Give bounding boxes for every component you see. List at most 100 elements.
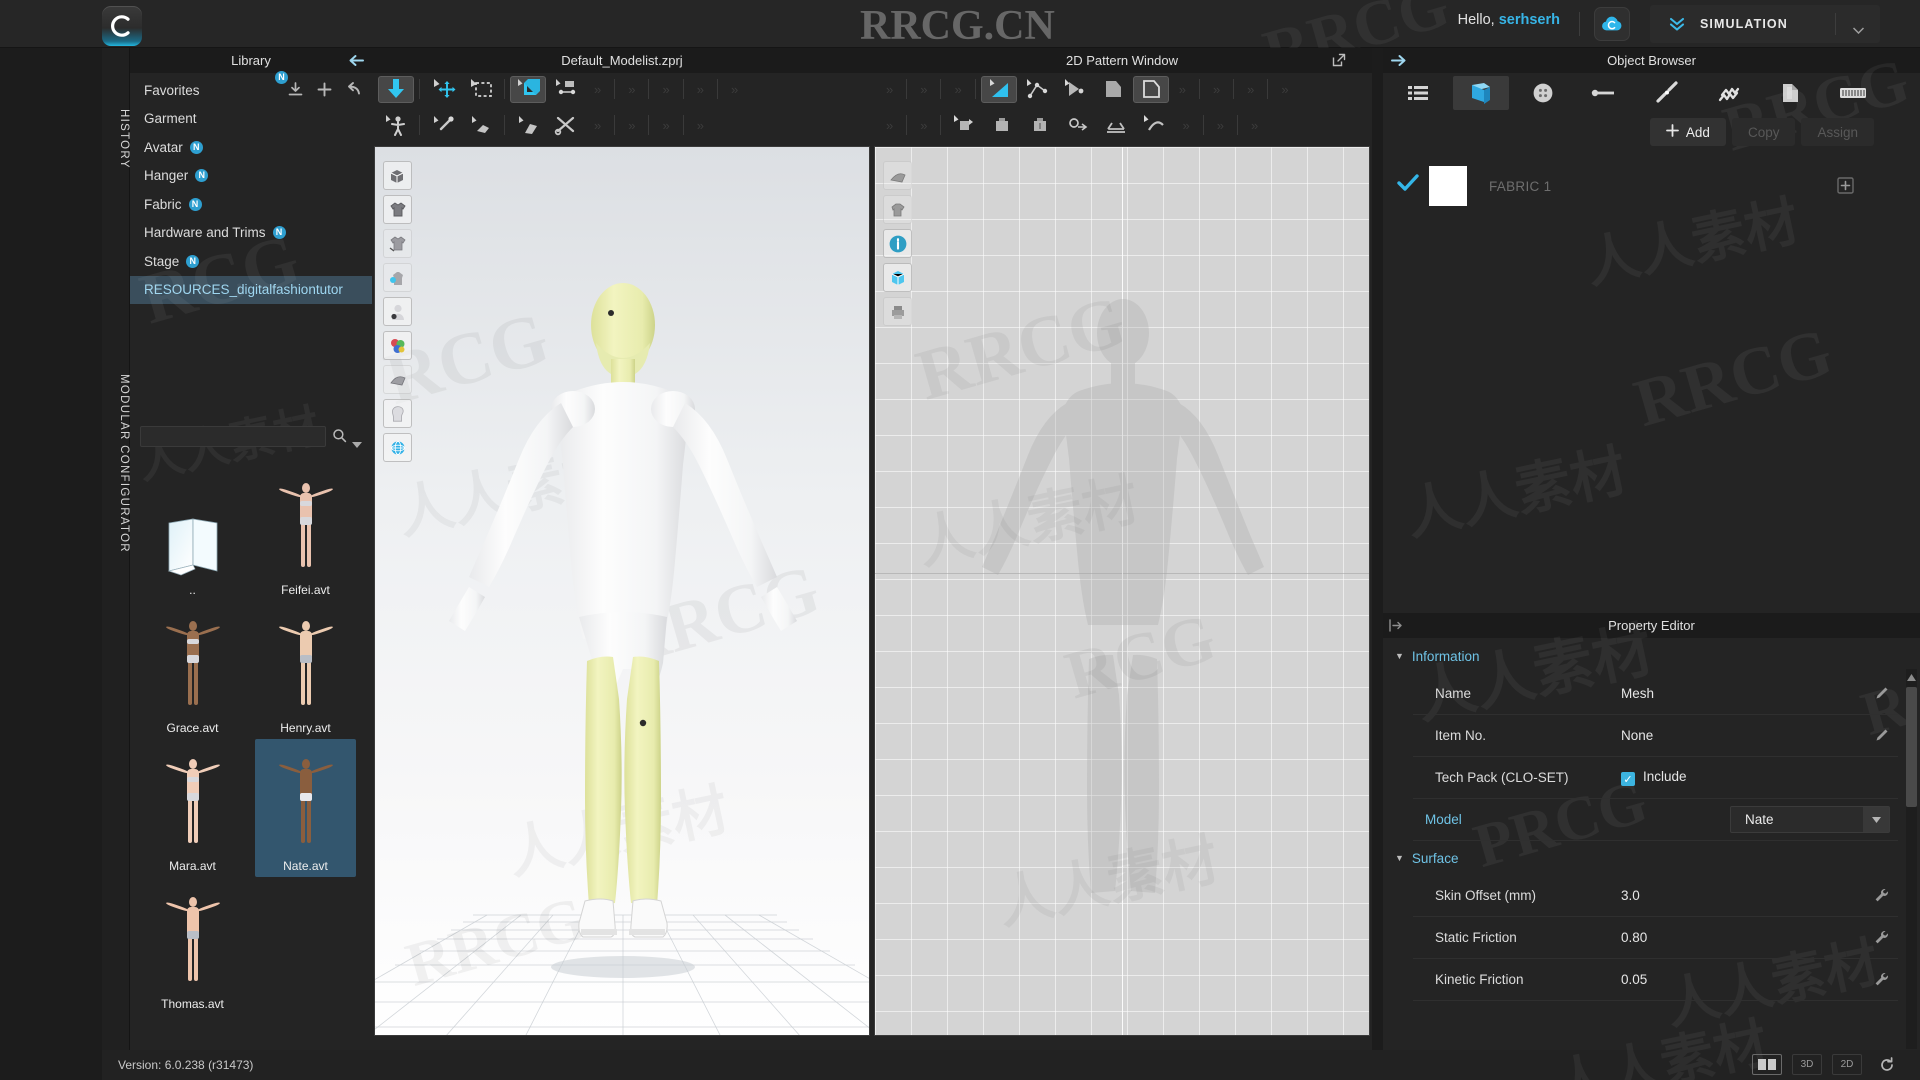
wrench-icon[interactable] <box>1873 929 1890 951</box>
tab-topstitch[interactable] <box>1577 76 1633 110</box>
edit-pattern-icon[interactable] <box>980 75 1017 103</box>
show-garment-icon[interactable] <box>383 195 412 224</box>
tab-stitch[interactable] <box>1639 76 1695 110</box>
tab-list[interactable] <box>1391 76 1447 110</box>
caret-down-icon[interactable] <box>1852 21 1865 39</box>
pattern-mesh-icon[interactable] <box>883 195 912 224</box>
scroll-up-arrow-icon[interactable] <box>1906 669 1917 687</box>
property-row-tech-pack[interactable]: Tech Pack (CLO-SET) ✓ Include <box>1413 757 1898 799</box>
zipper-icon[interactable] <box>510 112 546 139</box>
section-surface[interactable]: ▼ Surface <box>1383 841 1920 875</box>
clo-cloud-button[interactable] <box>1594 7 1630 41</box>
sidebar-item-avatar[interactable]: Avatar N <box>130 133 372 162</box>
tab-button[interactable] <box>1515 76 1571 110</box>
add-box-icon[interactable] <box>1837 177 1854 199</box>
toolbar-overflow-chevron-icon[interactable]: » <box>886 118 893 133</box>
toolbar-overflow-chevron-icon[interactable]: » <box>1182 118 1189 133</box>
property-row-item-no[interactable]: Item No. None <box>1413 715 1898 757</box>
property-row-name[interactable]: Name Mesh <box>1413 673 1898 715</box>
search-filter-caret-icon[interactable] <box>352 435 362 453</box>
toolbar-overflow-chevron-icon[interactable]: » <box>1251 118 1258 133</box>
toolbar-overflow-chevron-icon[interactable]: » <box>1217 118 1224 133</box>
list-item-avatar[interactable]: Grace.avt <box>142 601 243 739</box>
toolbar-overflow-chevron-icon[interactable]: » <box>920 118 927 133</box>
toolbar-overflow-chevron-icon[interactable]: » <box>697 82 704 97</box>
clo-logo-button[interactable] <box>102 6 142 46</box>
property-row-static-friction[interactable]: Static Friction 0.80 <box>1413 917 1898 959</box>
avatar-model[interactable] <box>375 147 870 1036</box>
pleat-fold-icon[interactable] <box>1098 112 1134 139</box>
tech-pack-checkbox[interactable]: ✓ Include <box>1621 769 1687 787</box>
pencil-icon[interactable] <box>1873 727 1890 749</box>
sidebar-item-hardware-and-trims[interactable]: Hardware and Trims N <box>130 219 372 248</box>
toolbar-overflow-chevron-icon[interactable]: » <box>697 118 704 133</box>
edit-curvature-icon[interactable] <box>1057 76 1093 103</box>
assign-button[interactable]: Assign <box>1801 118 1874 146</box>
toolbar-overflow-chevron-icon[interactable]: » <box>1247 82 1254 97</box>
list-item-avatar[interactable]: Thomas.avt <box>142 877 243 1015</box>
pencil-icon[interactable] <box>1873 685 1890 707</box>
tab-graphic[interactable] <box>1825 76 1881 110</box>
table-row[interactable]: FABRIC 1 <box>1383 160 1920 212</box>
toolbar-overflow-chevron-icon[interactable]: » <box>1281 82 1288 97</box>
model-select[interactable]: Nate <box>1730 806 1890 833</box>
pattern-texture-icon[interactable] <box>883 263 912 292</box>
sidebar-item-favorites[interactable]: Favorites <box>130 76 372 105</box>
dart-icon[interactable] <box>1136 112 1172 139</box>
row-checkbox-checked-icon[interactable] <box>1397 174 1423 198</box>
search-input[interactable] <box>140 426 326 447</box>
toolbar-overflow-chevron-icon[interactable]: » <box>628 82 635 97</box>
pin-panel-icon[interactable] <box>1389 619 1402 635</box>
2d-pattern-canvas[interactable]: RRCG 人人素材 RCG 人人素材 <box>874 146 1370 1036</box>
toolbar-overflow-chevron-icon[interactable]: » <box>662 118 669 133</box>
toolbar-overflow-chevron-icon[interactable]: » <box>1179 82 1186 97</box>
select-mesh-box-icon[interactable] <box>463 76 499 103</box>
arrow-right-icon[interactable] <box>1391 54 1406 70</box>
show-head-icon[interactable] <box>383 399 412 428</box>
free-sewing-icon[interactable] <box>548 76 584 103</box>
toolbar-overflow-chevron-icon[interactable]: » <box>920 82 927 97</box>
property-editor-scrollbar-thumb[interactable] <box>1906 687 1917 807</box>
sewing-segment-icon[interactable] <box>510 75 546 103</box>
toolbar-overflow-chevron-icon[interactable]: » <box>1213 82 1220 97</box>
list-item-parent-folder[interactable]: .. <box>142 463 243 601</box>
sidebar-item-fabric[interactable]: Fabric N <box>130 190 372 219</box>
pin-icon[interactable] <box>425 112 461 139</box>
popout-icon[interactable] <box>1332 53 1346 70</box>
internal-circle-icon[interactable] <box>1060 112 1096 139</box>
section-information[interactable]: ▼ Information <box>1383 639 1920 673</box>
create-polygon-icon[interactable] <box>1095 76 1131 103</box>
show-avatar-icon[interactable] <box>383 297 412 326</box>
property-row-kinetic-friction[interactable]: Kinetic Friction 0.05 <box>1413 959 1898 1001</box>
wrench-icon[interactable] <box>1873 887 1890 909</box>
list-item-avatar-selected[interactable]: Nate.avt <box>255 739 356 877</box>
create-rectangle-icon[interactable] <box>1132 75 1169 103</box>
property-row-skin-offset[interactable]: Skin Offset (mm) 3.0 <box>1413 875 1898 917</box>
toolbar-overflow-chevron-icon[interactable]: » <box>594 118 601 133</box>
sidebar-item-hanger[interactable]: Hanger N <box>130 162 372 191</box>
copy-button[interactable]: Copy <box>1731 118 1796 146</box>
tab-zipper[interactable] <box>1701 76 1757 110</box>
pattern-info-icon[interactable] <box>883 229 912 258</box>
sidebar-item-modular-configurator[interactable]: MODULAR CONFIGURATOR <box>102 338 130 588</box>
list-item-avatar[interactable]: Mara.avt <box>142 739 243 877</box>
property-row-model[interactable]: Model Nate <box>1413 799 1898 841</box>
show-environment-icon[interactable] <box>383 433 412 462</box>
edit-curve-point-icon[interactable] <box>1019 76 1055 103</box>
avatar-pose-icon[interactable] <box>378 112 414 139</box>
toolbar-overflow-chevron-icon[interactable]: » <box>628 118 635 133</box>
pattern-view-icon[interactable] <box>883 161 912 190</box>
toolbar-overflow-chevron-icon[interactable]: » <box>594 82 601 97</box>
sidebar-item-resources-digitalfashiontutor[interactable]: RESOURCES_digitalfashiontutor <box>130 275 372 304</box>
show-pattern-icon[interactable] <box>383 229 412 258</box>
sidebar-item-history[interactable]: HISTORY <box>102 84 130 194</box>
internal-polygon-icon[interactable] <box>984 112 1020 139</box>
simulation-mode-selector[interactable]: SIMULATION <box>1650 5 1880 43</box>
show-texture-icon[interactable] <box>383 331 412 360</box>
scissors-icon[interactable] <box>548 112 584 139</box>
fabric-swatch[interactable] <box>1429 166 1467 206</box>
list-item-avatar[interactable]: Henry.avt <box>255 601 356 739</box>
transform-move-icon[interactable] <box>425 76 461 103</box>
toolbar-overflow-chevron-icon[interactable]: » <box>954 82 961 97</box>
add-button[interactable]: Add <box>1649 118 1726 146</box>
